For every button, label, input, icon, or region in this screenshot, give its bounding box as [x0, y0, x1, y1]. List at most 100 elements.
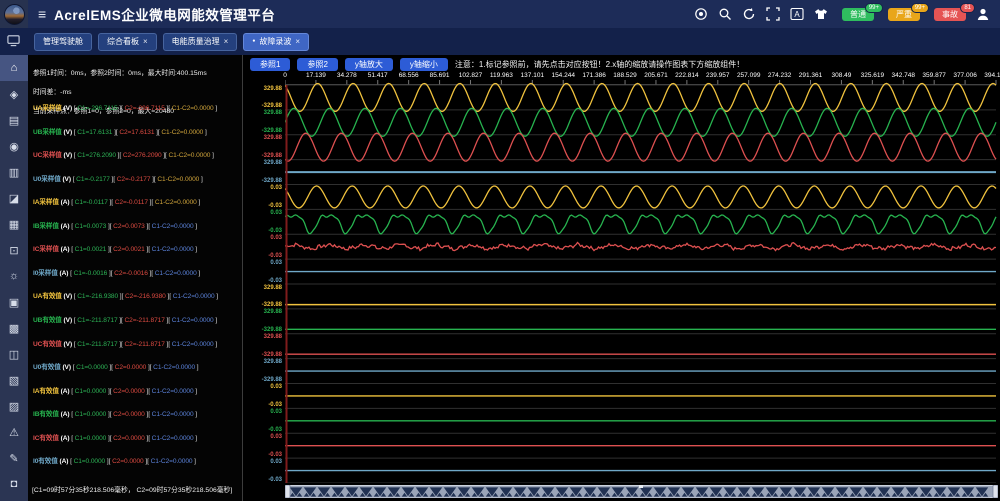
- tab-label: 电能质量治理: [172, 36, 220, 47]
- alarm-badge-normal-count: 99+: [865, 3, 883, 13]
- user-icon[interactable]: [976, 7, 990, 21]
- sidebar-item-grid-cabinet[interactable]: ▧: [0, 367, 28, 393]
- record-icon[interactable]: [694, 7, 708, 21]
- channel-row-6: IC采样值 (A) [ C1=0.0021 ][ C2=0.0021 ][ C1…: [33, 243, 197, 253]
- yaxis-zoom-in-button[interactable]: y轴放大: [345, 58, 393, 71]
- tab-1[interactable]: 综合看板×: [98, 33, 157, 51]
- y-max-label-8: 329.88: [243, 285, 282, 291]
- sidebar-item-report[interactable]: ▤: [0, 107, 28, 133]
- y-min-label-7: -0.03: [243, 278, 282, 284]
- datazoom-slider[interactable]: [285, 485, 998, 498]
- y-min-label-4: -0.03: [243, 203, 282, 209]
- alarm-badge-accident-count: 81: [960, 3, 975, 13]
- y-max-label-15: 0.03: [243, 459, 282, 465]
- alarm-badge-normal[interactable]: 普通99+: [842, 8, 874, 21]
- search-icon[interactable]: [718, 7, 732, 21]
- icon-rail: ⌂ ◈ ▤◉▥◪▦⊡☼▣▩ ◫ ▧▨⚠ ✎ ◘: [0, 55, 28, 501]
- sidebar-item-screen[interactable]: ⊡: [0, 237, 28, 263]
- y-max-label-3: 329.88: [243, 160, 282, 166]
- sidebar-item-media[interactable]: ▣: [0, 289, 28, 315]
- close-tab-icon[interactable]: ×: [143, 37, 148, 46]
- y-max-label-0: 329.88: [243, 86, 282, 92]
- x-tick-label: 85.691: [423, 72, 457, 79]
- sidebar-item-documents[interactable]: ▦: [0, 211, 28, 237]
- y-min-label-15: -0.03: [243, 477, 282, 483]
- fullscreen-icon[interactable]: [766, 7, 780, 21]
- tab-label: 管理驾驶舱: [43, 36, 83, 47]
- x-tick-label: 171.386: [577, 72, 611, 79]
- channel-row-8: UA有效值 (V) [ C1=-216.9380 ][ C2=-216.9380…: [33, 290, 218, 300]
- y-min-label-12: -0.03: [243, 402, 282, 408]
- dashboard-icon: ◈: [10, 88, 18, 101]
- tab-3[interactable]: ●故障录波×: [243, 33, 309, 51]
- sidebar-item-home[interactable]: ⌂: [0, 55, 28, 81]
- sidebar-item-bulb[interactable]: ☼: [0, 263, 28, 289]
- sidebar-item-dashboard[interactable]: ◈: [0, 81, 28, 107]
- alarm-badge-severe[interactable]: 严重99+: [888, 8, 920, 21]
- ref2-button[interactable]: 参照2: [297, 58, 337, 71]
- datazoom-right-handle: [993, 485, 998, 498]
- reference-info-line1: 参照1时间：0ms，参照2时间：0ms，最大时间:400.15ms: [33, 69, 207, 79]
- close-tab-icon[interactable]: ×: [224, 37, 229, 46]
- trace-UC采样值: [285, 133, 996, 161]
- y-min-label-0: -329.88: [243, 103, 282, 109]
- x-tick-label: 17.139: [299, 72, 333, 79]
- cursor-timestamp: [C1=09时57分35秒218.506毫秒， C2=09时57分35秒218.…: [32, 484, 232, 494]
- x-tick-label: 291.361: [794, 72, 828, 79]
- y-max-label-2: 329.88: [243, 135, 282, 141]
- power-pole-icon: ◫: [9, 348, 19, 361]
- x-tick-label: 102.827: [453, 72, 487, 79]
- sidebar-item-meter[interactable]: ▨: [0, 393, 28, 419]
- tab-2[interactable]: 电能质量治理 ×: [163, 33, 238, 51]
- waveform-plot[interactable]: [285, 79, 998, 483]
- y-min-label-1: -329.88: [243, 128, 282, 134]
- trace-IC采样值: [285, 243, 996, 251]
- x-tick-label: 257.099: [732, 72, 766, 79]
- ref1-button[interactable]: 参照1: [250, 58, 290, 71]
- sidebar-item-power-pole[interactable]: ◫: [0, 341, 28, 367]
- avatar[interactable]: [4, 4, 25, 25]
- x-tick-label: 68.556: [392, 72, 426, 79]
- y-max-label-12: 0.03: [243, 384, 282, 390]
- sidebar-item-trend-chart[interactable]: ◪: [0, 185, 28, 211]
- y-min-label-10: -329.88: [243, 352, 282, 358]
- channel-row-14: IC有效值 (A) [ C1=0.0000 ][ C2=0.0000 ][ C1…: [33, 432, 197, 442]
- y-max-label-7: 0.03: [243, 260, 282, 266]
- sidebar-item-edit[interactable]: ✎: [0, 445, 28, 471]
- x-tick-label: 119.963: [484, 72, 518, 79]
- edit-icon: ✎: [9, 452, 18, 465]
- trace-UA采样值: [285, 83, 996, 111]
- trace-IB采样值: [285, 215, 996, 234]
- y-min-label-2: -329.88: [243, 153, 282, 159]
- channel-row-4: IA采样值 (A) [ C1=-0.0117 ][ C2=-0.0117 ][ …: [33, 196, 200, 206]
- datazoom-left-handle: [285, 485, 290, 498]
- tab-0[interactable]: 管理驾驶舱: [34, 33, 92, 51]
- home-icon: ⌂: [11, 62, 18, 74]
- sidebar-item-solar-panel[interactable]: ▩: [0, 315, 28, 341]
- x-tick-label: 137.101: [515, 72, 549, 79]
- close-tab-icon[interactable]: ×: [295, 37, 300, 46]
- active-tab-dot-icon: ●: [252, 39, 255, 44]
- alarm-badge-accident[interactable]: 事故81: [934, 8, 966, 21]
- x-tick-label: 342.748: [886, 72, 920, 79]
- channel-row-9: UB有效值 (V) [ C1=-211.8717 ][ C2=-211.8717…: [33, 314, 217, 324]
- parameter-panel: 参照1时间：0ms，参照2时间：0ms，最大时间:400.15ms 时间差：-m…: [28, 55, 243, 501]
- trace-IA采样值: [285, 186, 996, 208]
- channel-row-1: UB采样值 (V) [ C1=17.6131 ][ C2=17.6131 ][ …: [33, 126, 207, 136]
- channel-row-10: UC有效值 (V) [ C1=-211.8717 ][ C2=-211.8717…: [33, 338, 217, 348]
- app-window: ≡ AcrelEMS企业微电网能效管理平台 A 普通99+: [0, 0, 1000, 501]
- refresh-icon[interactable]: [742, 7, 756, 21]
- yaxis-zoom-out-button[interactable]: y轴缩小: [400, 58, 448, 71]
- desktop-icon[interactable]: [7, 34, 20, 52]
- sidebar-item-alarm-lamp[interactable]: ◉: [0, 133, 28, 159]
- sidebar-item-bar-chart[interactable]: ▥: [0, 159, 28, 185]
- reference-info: 参照1时间：0ms，参照2时间：0ms，最大时间:400.15ms 时间差：-m…: [33, 59, 207, 126]
- channel-row-5: IB采样值 (A) [ C1=0.0073 ][ C2=0.0073 ][ C1…: [33, 220, 197, 230]
- y-max-label-14: 0.03: [243, 434, 282, 440]
- hamburger-menu-icon[interactable]: ≡: [38, 0, 46, 28]
- sidebar-item-archive[interactable]: ◘: [0, 471, 28, 497]
- archive-icon: ◘: [11, 478, 18, 490]
- sidebar-item-warning[interactable]: ⚠: [0, 419, 28, 445]
- theme-shirt-icon[interactable]: [814, 7, 828, 21]
- language-icon[interactable]: A: [790, 7, 804, 21]
